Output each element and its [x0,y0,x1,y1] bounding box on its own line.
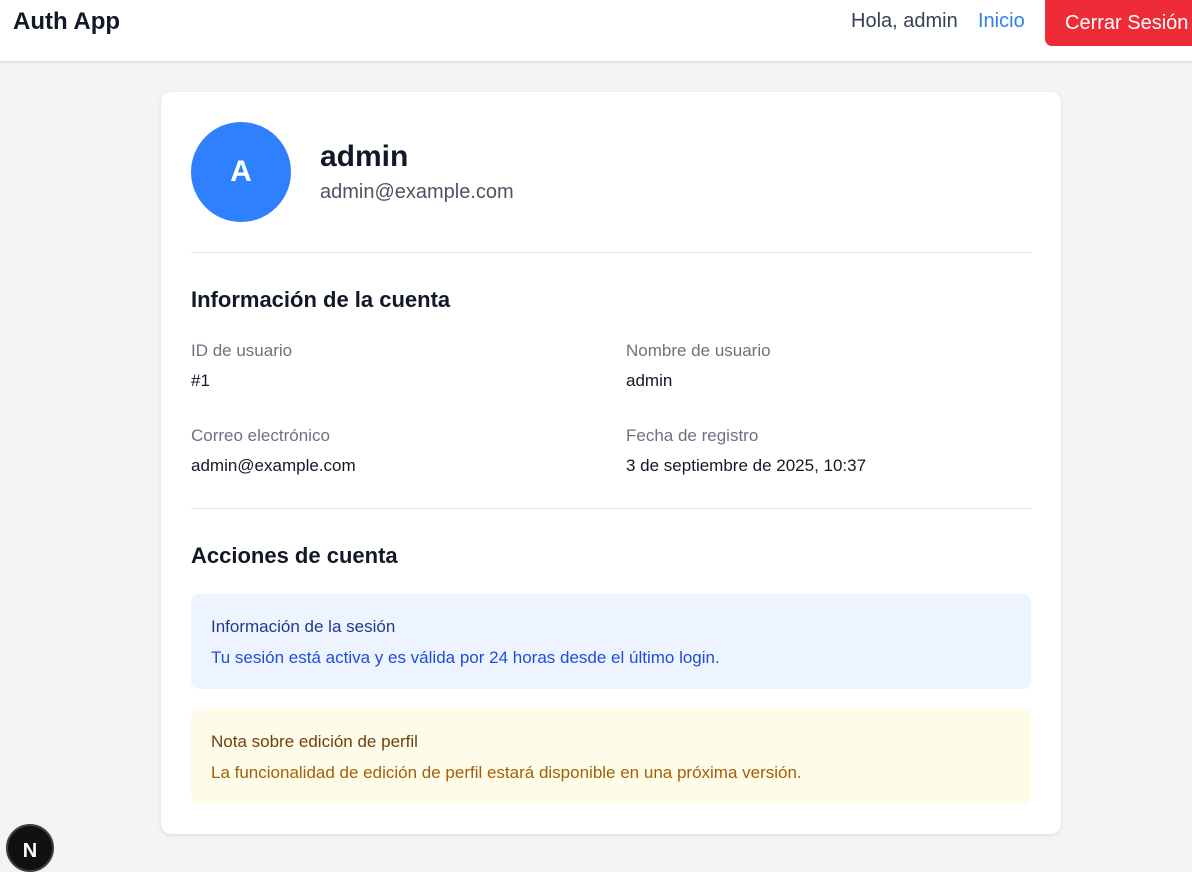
username-label: Nombre de usuario [626,341,771,360]
email-label: Correo electrónico [191,426,330,445]
edit-notice-text: La funcionalidad de edición de perfil es… [211,763,802,782]
account-actions-title: Acciones de cuenta [191,543,398,568]
top-navbar: Auth App Hola, admin Inicio Cerrar Sesió… [0,0,1192,61]
edit-profile-notice: Nota sobre edición de perfil La funciona… [191,709,1031,804]
profile-name: admin [320,140,409,173]
user-id-value: #1 [191,371,210,390]
session-notice-title: Información de la sesión [211,617,396,636]
username-value: admin [626,371,673,390]
app-brand: Auth App [13,8,121,35]
account-info-title: Información de la cuenta [191,287,451,312]
profile-email: admin@example.com [320,181,514,203]
profile-card: A admin admin@example.com Información de… [161,92,1061,834]
session-info-notice: Información de la sesión Tu sesión está … [191,594,1031,689]
avatar: A [191,122,291,222]
profile-divider [191,252,1031,253]
session-notice-text: Tu sesión está activa y es válida por 24… [211,648,720,667]
registration-date-label: Fecha de registro [626,426,759,445]
section-divider [191,508,1031,509]
home-link[interactable]: Inicio [978,10,1025,33]
logout-button[interactable]: Cerrar Sesión [1045,0,1192,46]
registration-date-value: 3 de septiembre de 2025, 10:37 [626,456,867,475]
edit-notice-title: Nota sobre edición de perfil [211,732,418,751]
nextjs-dev-badge[interactable]: N [6,824,54,872]
user-id-label: ID de usuario [191,341,293,360]
email-value: admin@example.com [191,456,356,475]
user-greeting: Hola, admin [851,10,958,32]
